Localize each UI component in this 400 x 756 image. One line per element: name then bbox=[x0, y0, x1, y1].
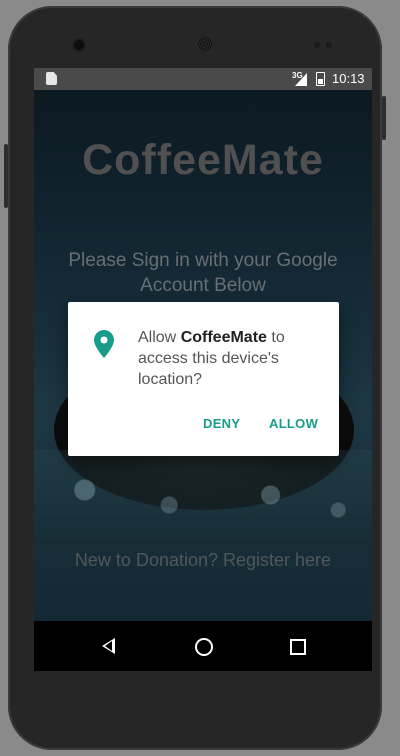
volume-button bbox=[4, 144, 8, 208]
sd-card-icon bbox=[46, 72, 57, 85]
allow-button[interactable]: ALLOW bbox=[269, 416, 318, 431]
location-pin-icon bbox=[94, 330, 114, 358]
light-sensor bbox=[326, 42, 332, 48]
navigation-bar bbox=[34, 621, 372, 671]
deny-button[interactable]: DENY bbox=[203, 416, 240, 431]
battery-icon bbox=[316, 72, 325, 86]
status-bar: 3G 10:13 bbox=[34, 68, 372, 90]
power-button bbox=[382, 96, 386, 140]
proximity-sensor bbox=[314, 42, 320, 48]
front-camera bbox=[74, 40, 84, 50]
earpiece-speaker bbox=[197, 36, 213, 52]
phone-frame: 3G 10:13 CoffeeMate Please Sign in with … bbox=[8, 6, 382, 750]
recents-icon[interactable] bbox=[290, 639, 306, 655]
screen: 3G 10:13 CoffeeMate Please Sign in with … bbox=[34, 68, 372, 671]
network-type: 3G bbox=[292, 71, 303, 80]
app-screen: CoffeeMate Please Sign in with your Goog… bbox=[34, 90, 372, 621]
permission-app-name: CoffeeMate bbox=[180, 329, 267, 346]
permission-message: Allow CoffeeMate to access this device's… bbox=[138, 329, 285, 388]
home-icon[interactable] bbox=[195, 638, 213, 656]
status-time: 10:13 bbox=[332, 71, 365, 86]
location-permission-dialog: Allow CoffeeMate to access this device's… bbox=[68, 302, 339, 456]
back-icon[interactable] bbox=[102, 638, 115, 654]
